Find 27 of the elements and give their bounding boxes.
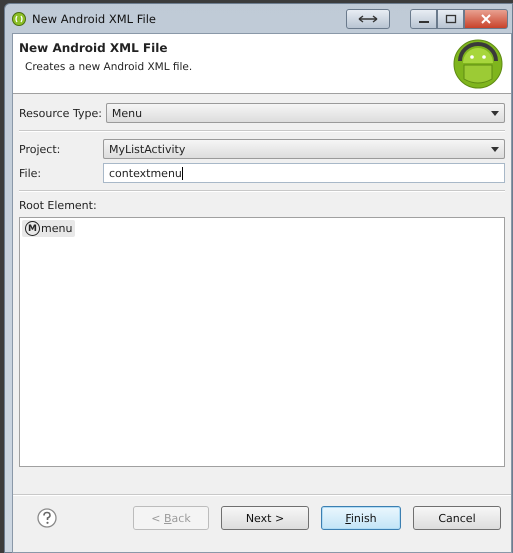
field-label: File: [19, 166, 42, 180]
close-icon [480, 14, 492, 24]
caret-icon [491, 146, 499, 152]
field-label: Root Element: [19, 199, 98, 212]
help-icon[interactable] [37, 508, 57, 528]
project-dropdown[interactable]: MyListActivity [103, 139, 505, 159]
field-label: Project: [19, 142, 62, 156]
dialog-heading: New Android XML File [19, 41, 168, 55]
list-item[interactable]: M menu [22, 220, 76, 237]
minimize-button[interactable] [410, 8, 437, 28]
window-title: New Android XML File [32, 12, 156, 26]
cancel-button[interactable]: Cancel [413, 506, 501, 530]
caret-icon [491, 110, 499, 116]
field-label: Resource Type: [19, 106, 102, 120]
dialog-description: Creates a new Android XML file. [24, 61, 192, 73]
maximize-button[interactable] [437, 8, 464, 28]
next-button[interactable]: Next > [221, 506, 309, 530]
swap-button[interactable] [346, 8, 390, 28]
double-arrow-icon [358, 14, 378, 24]
resource-type-dropdown[interactable]: Menu [106, 103, 505, 123]
finish-button[interactable]: Finish [321, 506, 401, 530]
close-button[interactable] [464, 8, 508, 28]
android-logo-icon [453, 39, 503, 89]
file-input-field[interactable]: contextmenu [103, 163, 505, 183]
app-icon [12, 12, 26, 26]
maximize-icon [444, 14, 456, 24]
minimize-icon [418, 20, 428, 22]
